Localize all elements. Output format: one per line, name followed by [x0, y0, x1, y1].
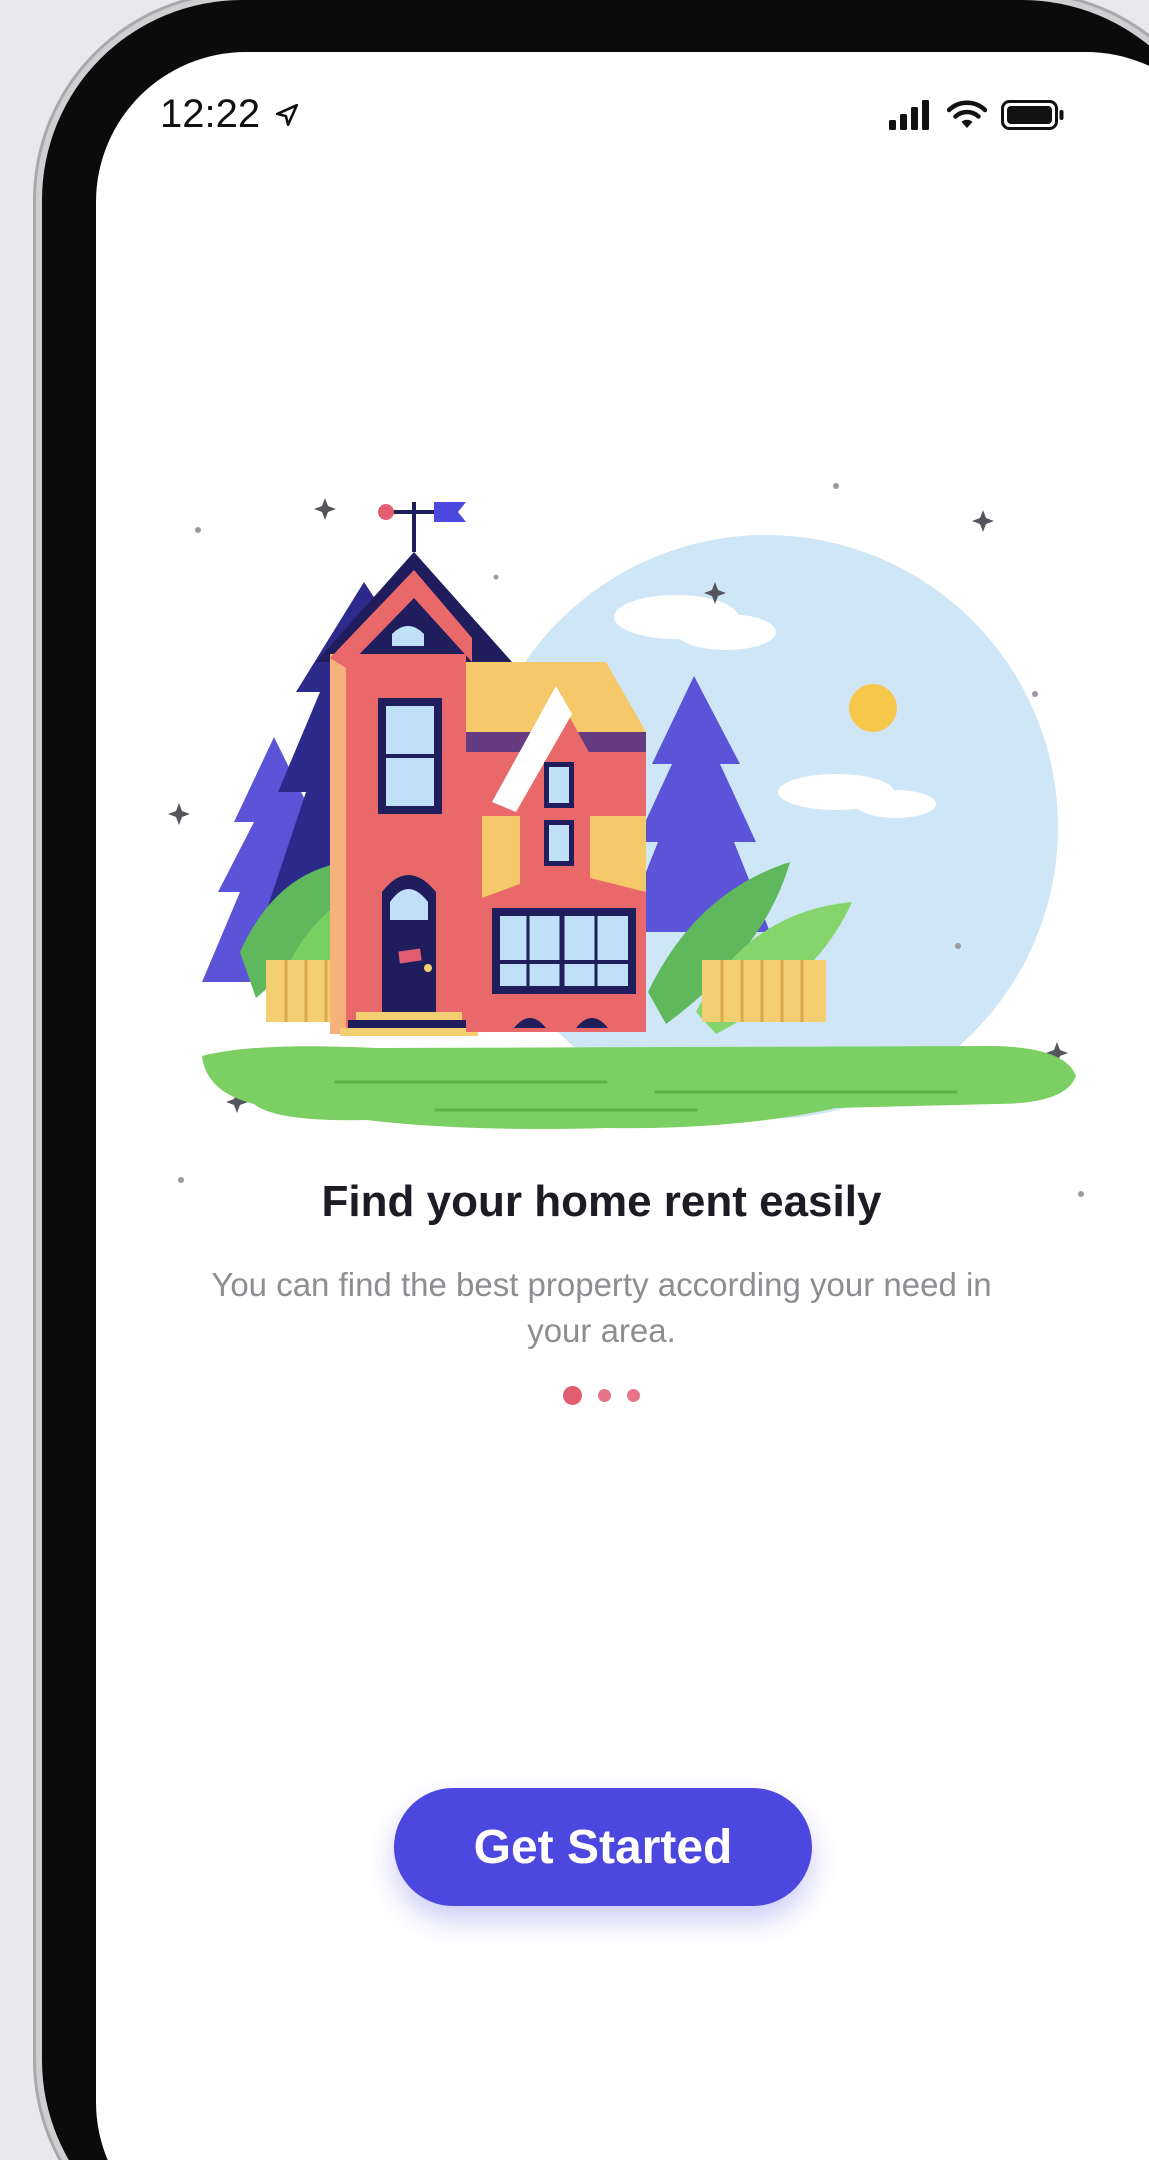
page-indicator	[96, 1386, 1107, 1405]
cellular-signal-icon	[889, 100, 929, 130]
device-mockup: 12:22 Find your home rent easily You can…	[0, 0, 1149, 2160]
onboarding-subtitle: You can find the best property according…	[211, 1266, 992, 1349]
status-time: 12:22	[160, 92, 261, 136]
location-arrow-icon	[276, 103, 299, 126]
house-illustration	[168, 483, 1084, 1197]
page-dot[interactable]	[598, 1389, 611, 1402]
status-time-group: 12:22	[160, 92, 300, 137]
get-started-button[interactable]: Get Started	[394, 1788, 812, 1906]
wifi-icon	[947, 100, 987, 128]
page-dot-active[interactable]	[563, 1386, 582, 1405]
app-screen: 12:22 Find your home rent easily You can…	[96, 52, 1149, 2160]
battery-icon	[1001, 100, 1064, 130]
status-icons	[889, 100, 1065, 130]
page-dot[interactable]	[627, 1389, 640, 1402]
onboarding-title: Find your home rent easily	[321, 1177, 882, 1226]
